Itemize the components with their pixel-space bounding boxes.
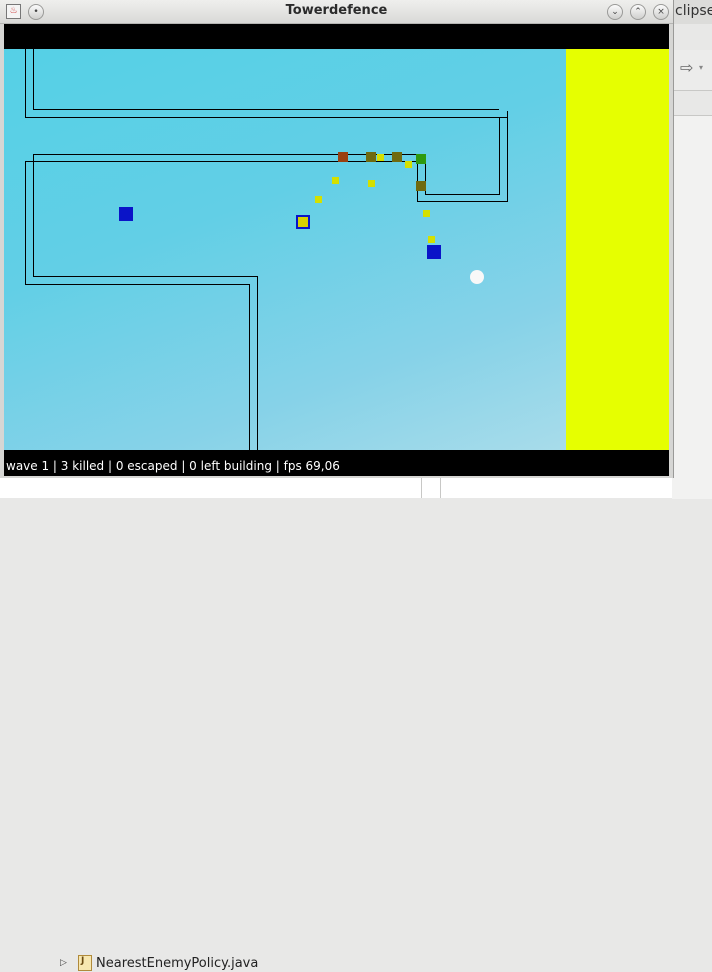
divider [440,476,441,498]
path-segment [25,117,507,118]
tree-item-label: NearestEnemyPolicy.java [96,955,259,971]
window-titlebar[interactable]: ♨ • Towerdefence ⌄ ⌃ × [0,0,673,24]
maximize-icon[interactable]: ⌃ [630,4,646,20]
path-segment [25,161,26,284]
expand-triangle-icon[interactable]: ▷ [60,958,78,968]
enemy [416,181,426,191]
path-segment [25,49,26,118]
tree-item-nearestenemypolicy[interactable]: ▷ NearestEnemyPolicy.java [60,954,258,972]
game-canvas[interactable] [4,49,566,450]
enemy [338,152,348,162]
path-segment [33,109,499,110]
projectile [332,177,339,184]
enemy [392,152,402,162]
tower-selected[interactable] [296,215,310,229]
projectile [377,154,384,161]
java-file-icon [78,955,92,971]
path-segment [33,276,257,277]
projectile [428,236,435,243]
projectile [405,161,412,168]
path-segment [25,284,249,285]
path-segment [425,194,499,195]
path-segment [507,111,508,202]
status-text: wave 1 | 3 killed | 0 escaped | 0 left b… [6,459,340,473]
ide-titlebar: clipse [672,0,712,24]
path-segment [257,276,258,450]
status-bar: wave 1 | 3 killed | 0 escaped | 0 left b… [4,450,669,476]
ide-package-explorer: ▷ NearestEnemyPolicy.java [0,476,672,971]
divider [421,476,422,498]
forward-arrow-icon[interactable]: ⇨ [680,58,693,77]
path-segment [33,49,34,110]
path-segment [33,154,417,155]
minimize-icon[interactable]: ⌄ [607,4,623,20]
path-segment [33,154,34,276]
projectile [368,180,375,187]
projectile [315,196,322,203]
enemy [366,152,376,162]
window-title: Towerdefence [285,3,388,18]
path-segment [417,201,507,202]
build-sidebar[interactable] [566,49,669,450]
enemy [416,154,426,164]
path-segment [25,161,425,162]
path-segment [249,284,250,450]
path-segment [499,117,500,195]
tower[interactable] [119,207,133,221]
tower[interactable] [427,245,441,259]
ide-side-panel [672,115,712,499]
close-icon[interactable]: × [653,4,669,20]
ide-title-fragment: clipse [675,3,712,19]
towerdefence-window: ♨ • Towerdefence ⌄ ⌃ × wave 1 | 3 killed… [0,0,674,478]
white-orb [470,270,484,284]
dropdown-caret-icon[interactable]: ▾ [699,63,703,72]
ide-toolbar: ⇨ ▾ [672,50,712,91]
projectile [423,210,430,217]
top-black-bar [4,24,669,49]
